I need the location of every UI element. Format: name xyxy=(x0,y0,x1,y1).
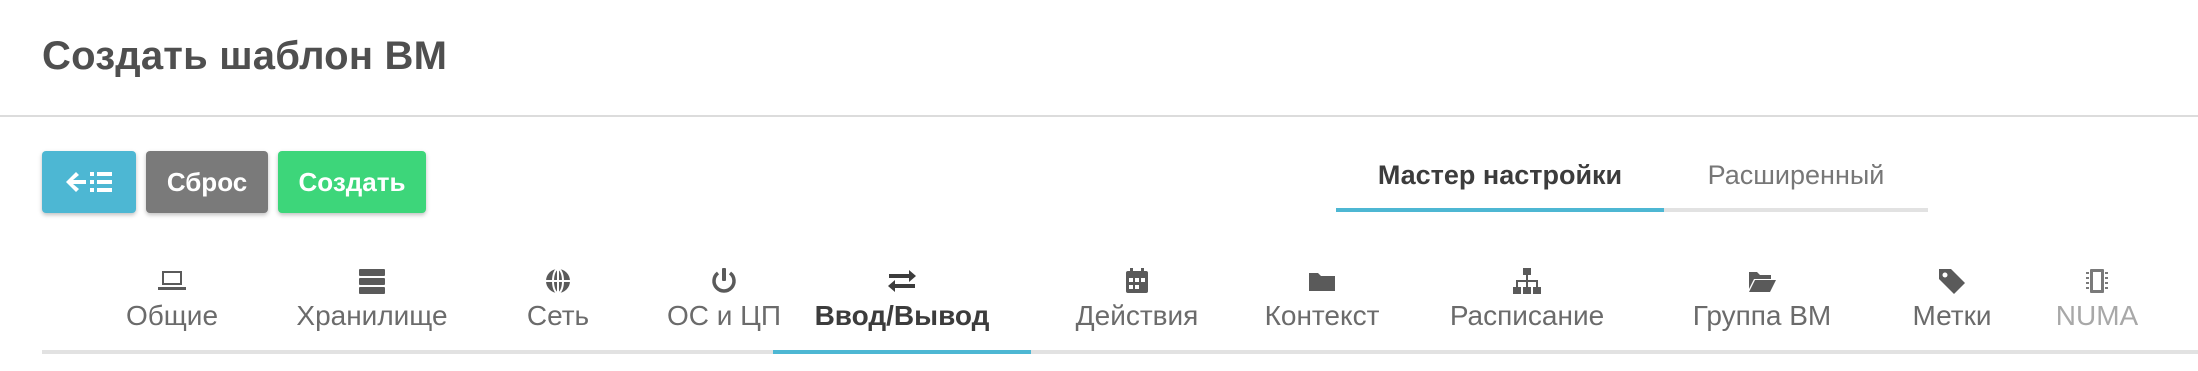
section-tabs-track xyxy=(42,350,2198,354)
tab-label: Хранилище xyxy=(296,300,448,331)
tab-actions[interactable]: Действия xyxy=(1042,262,1232,350)
mode-active-indicator xyxy=(1336,208,1664,212)
section-active-indicator xyxy=(773,350,1031,354)
reset-button[interactable]: Сброс xyxy=(146,151,268,213)
power-icon xyxy=(708,266,740,296)
tab-schedule[interactable]: Расписание xyxy=(1412,262,1642,350)
folder-icon xyxy=(1306,266,1338,296)
arrow-left-list-icon xyxy=(66,172,112,192)
tab-label: Группа ВМ xyxy=(1692,300,1832,331)
tab-label: Сеть xyxy=(526,300,590,331)
exchange-arrows-icon xyxy=(886,266,918,296)
tab-label: Общие xyxy=(125,300,219,331)
tab-vm-group[interactable]: Группа ВМ xyxy=(1642,262,1882,350)
tab-network[interactable]: Сеть xyxy=(482,262,634,350)
tab-labels[interactable]: Метки xyxy=(1882,262,2022,350)
sitemap-icon xyxy=(1511,266,1543,296)
page-header: Создать шаблон ВМ xyxy=(0,0,2198,117)
page-title: Создать шаблон ВМ xyxy=(42,34,448,78)
tab-storage[interactable]: Хранилище xyxy=(262,262,482,350)
server-icon xyxy=(356,266,388,296)
globe-icon xyxy=(542,266,574,296)
section-tabs: Общие Хранилище Сеть ОС и ЦП Ввод/Вывод … xyxy=(42,262,2198,354)
back-to-list-button[interactable] xyxy=(42,151,136,213)
tab-input-output[interactable]: Ввод/Вывод xyxy=(773,262,1031,350)
tab-numa[interactable]: NUMA xyxy=(2022,262,2172,350)
microchip-icon xyxy=(2081,266,2113,296)
mode-tabs: Мастер настройки Расширенный xyxy=(1336,160,1928,212)
tab-label: Ввод/Вывод xyxy=(814,300,990,331)
tab-general[interactable]: Общие xyxy=(82,262,262,350)
tab-label: Метки xyxy=(1912,300,1992,331)
tab-label: ОС и ЦП xyxy=(666,300,782,331)
tab-label: Расписание xyxy=(1449,300,1605,331)
tab-wizard[interactable]: Мастер настройки xyxy=(1336,160,1664,208)
calendar-icon xyxy=(1121,266,1153,296)
tag-icon xyxy=(1936,266,1968,296)
tab-label: Контекст xyxy=(1264,300,1380,331)
tab-label: NUMA xyxy=(2055,300,2139,331)
tab-advanced[interactable]: Расширенный xyxy=(1664,160,1928,208)
folder-open-icon xyxy=(1746,266,1778,296)
tab-label: Действия xyxy=(1075,300,1199,331)
tab-context[interactable]: Контекст xyxy=(1232,262,1412,350)
laptop-icon xyxy=(156,266,188,296)
create-button[interactable]: Создать xyxy=(278,151,426,213)
